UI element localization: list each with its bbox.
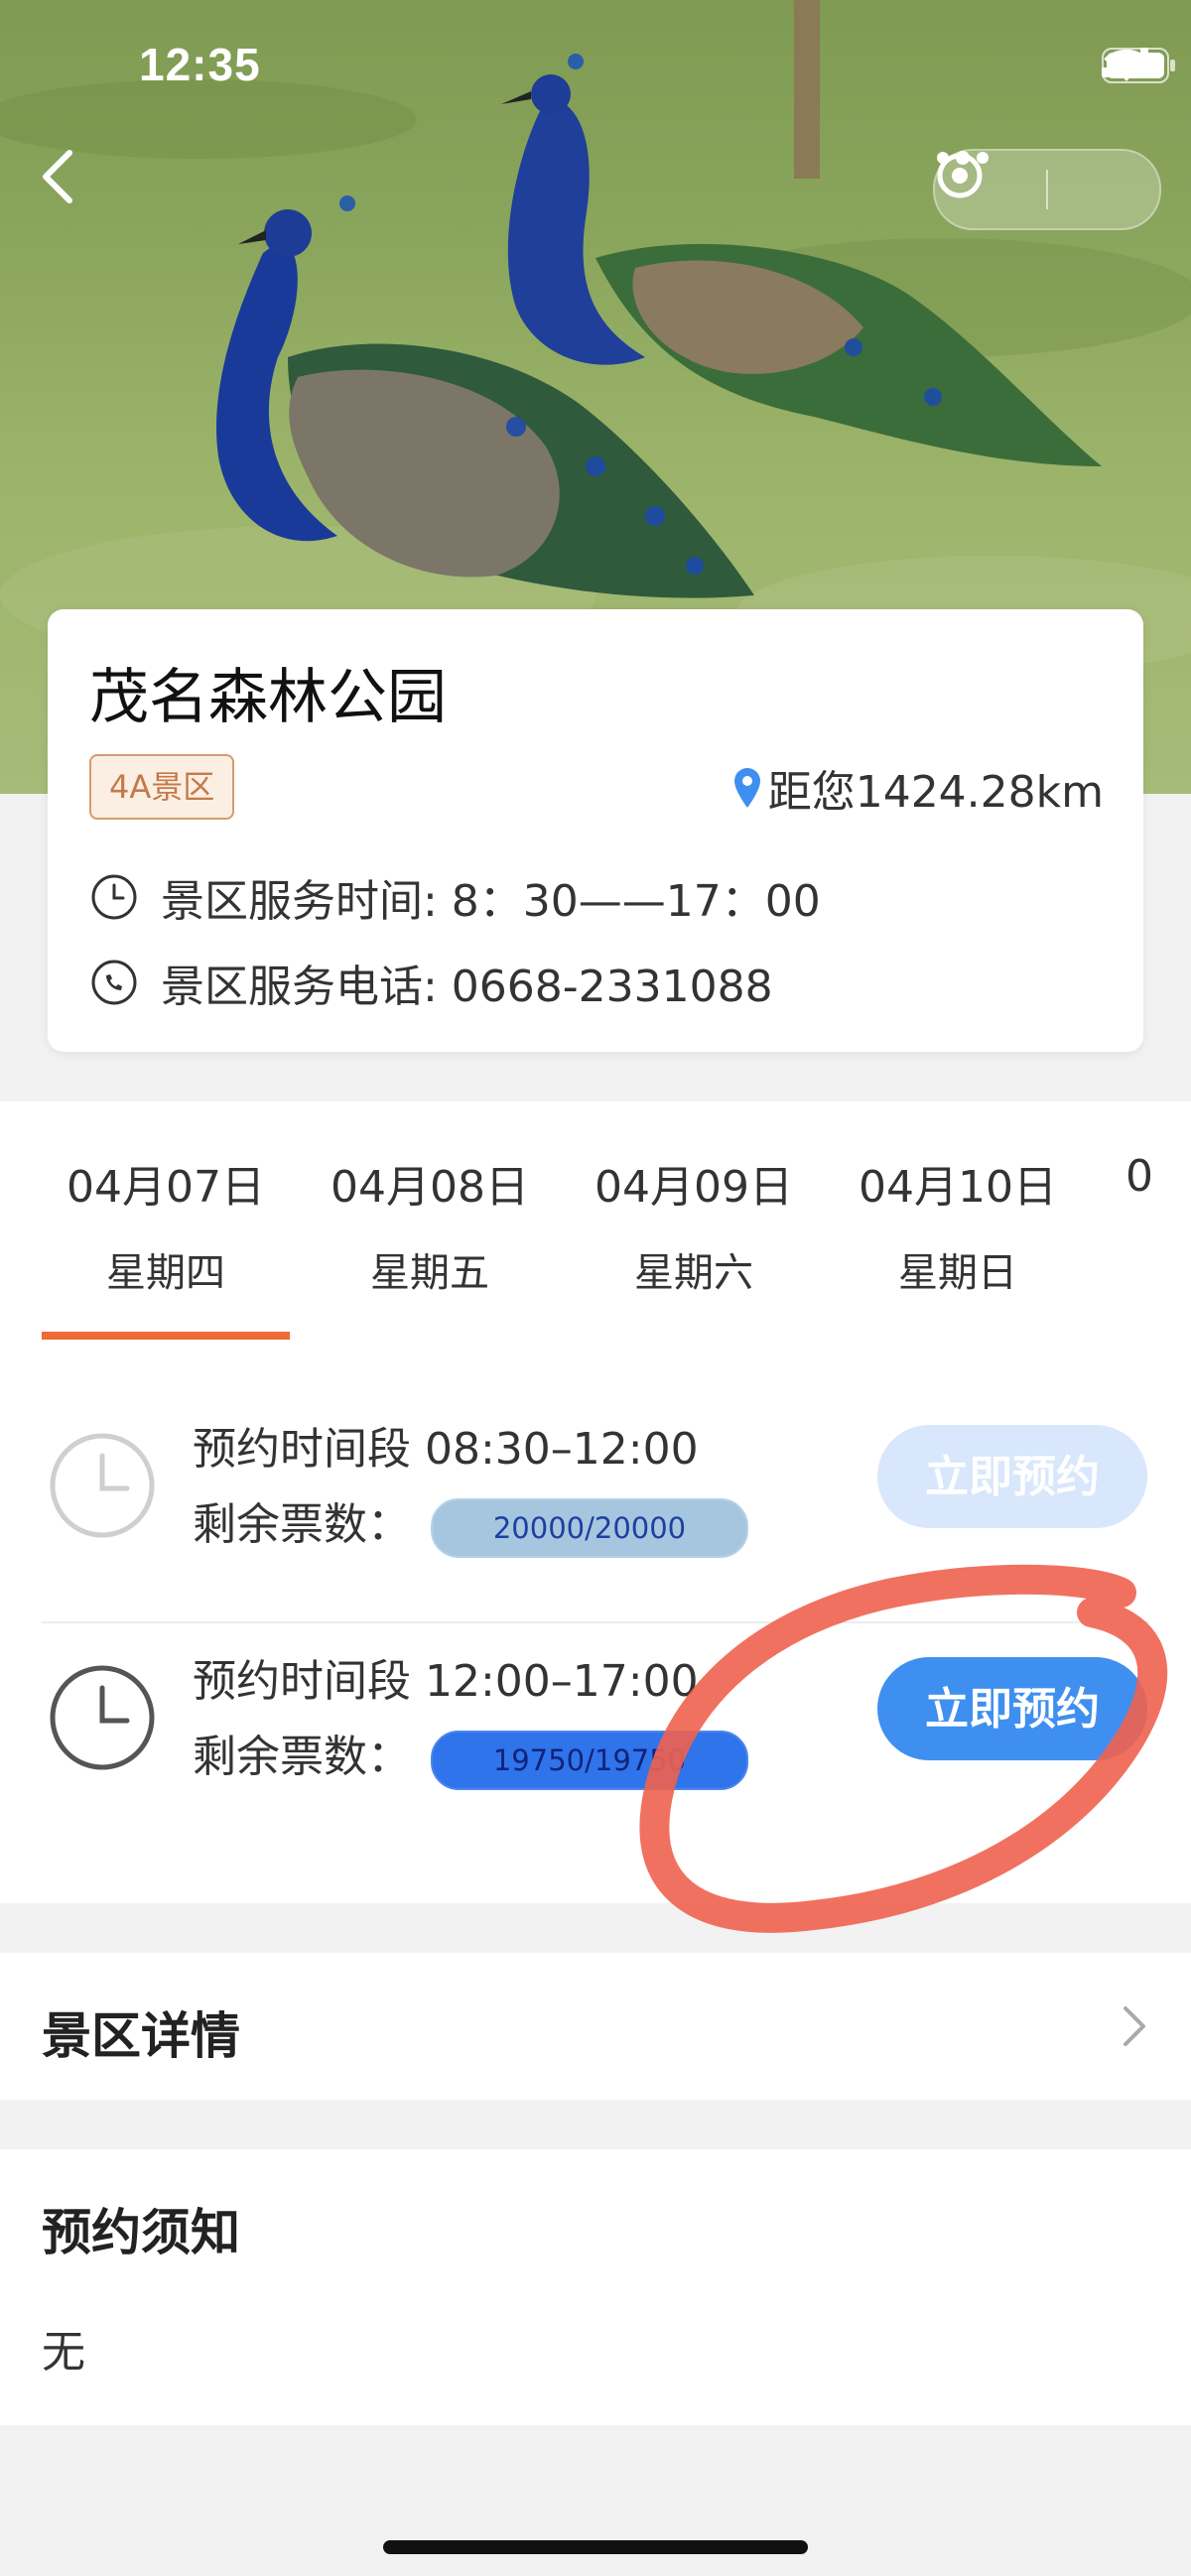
date-tab-0410[interactable]: 04月10日 星期日 <box>826 1151 1090 1298</box>
booking-notice-title: 预约须知 <box>42 2204 240 2261</box>
close-mini-program-button[interactable] <box>937 151 1159 228</box>
service-phone: 景区服务电话: 0668-2331088 <box>161 962 773 1012</box>
phone-icon <box>91 960 137 1005</box>
slot-remaining-label: 剩余票数： <box>193 1499 411 1550</box>
level-badge: 4A景区 <box>89 754 235 820</box>
active-tab-indicator <box>42 1332 290 1340</box>
back-button[interactable] <box>40 149 95 218</box>
date-tab-next[interactable]: 0 <box>1090 1151 1153 1227</box>
service-time: 景区服务时间: 8：30——17：00 <box>161 876 821 927</box>
slot-time-range: 预约时间段 08:30–12:00 <box>193 1424 699 1475</box>
date-tab-date: 0 <box>1125 1151 1153 1202</box>
slot-time-range: 预约时间段 12:00–17:00 <box>193 1656 699 1707</box>
status-time: 12:35 <box>139 39 261 90</box>
date-tab-weekday: 星期日 <box>898 1250 1017 1296</box>
distance-text: 距您1424.28km <box>767 767 1104 818</box>
time-slot-morning: 预约时间段 08:30–12:00 剩余票数： 20000/20000 立即预约 <box>0 1389 1191 1621</box>
book-now-button[interactable]: 立即预约 <box>877 1657 1147 1760</box>
park-name: 茂名森林公园 <box>89 663 447 732</box>
slot-remaining-badge: 20000/20000 <box>431 1498 748 1558</box>
slot-remaining-label: 剩余票数： <box>193 1732 411 1782</box>
mini-program-capsule <box>933 149 1161 230</box>
battery-icon <box>1102 48 1175 83</box>
date-tab-date: 04月10日 <box>859 1162 1057 1213</box>
clock-icon <box>91 874 137 920</box>
location-pin-icon <box>733 768 760 808</box>
clock-icon <box>50 1665 155 1770</box>
book-now-button-disabled[interactable]: 立即预约 <box>877 1425 1147 1528</box>
service-phone-row[interactable]: 景区服务电话: 0668-2331088 <box>89 951 773 1014</box>
distance: 距您1424.28km <box>732 756 1104 820</box>
chevron-right-icon <box>1124 2006 1145 2046</box>
time-slot-afternoon: 预约时间段 12:00–17:00 剩余票数： 19750/19750 立即预约 <box>0 1621 1191 1854</box>
date-tab-date: 04月08日 <box>331 1162 529 1213</box>
date-tab-0407[interactable]: 04月07日 星期四 <box>34 1151 298 1298</box>
slot-remaining-badge: 19750/19750 <box>431 1731 748 1790</box>
date-tab-date: 04月07日 <box>66 1162 265 1213</box>
park-info-card: 茂名森林公园 4A景区 距您1424.28km 景区服务时间: 8：30——17… <box>48 609 1143 1052</box>
date-tab-weekday: 星期五 <box>370 1250 489 1296</box>
scenic-detail-title: 景区详情 <box>42 2007 240 2065</box>
date-tabs: 04月07日 星期四 04月08日 星期五 04月09日 星期六 04月10日 … <box>0 1101 1191 1340</box>
date-tab-date: 04月09日 <box>595 1162 793 1213</box>
date-tab-0409[interactable]: 04月09日 星期六 <box>562 1151 826 1298</box>
chevron-left-icon <box>43 150 72 203</box>
scenic-detail-row[interactable]: 景区详情 <box>0 1953 1191 2100</box>
booking-notice-body: 无 <box>42 2327 85 2378</box>
date-tab-0408[interactable]: 04月08日 星期五 <box>298 1151 562 1298</box>
date-tab-weekday: 星期六 <box>634 1250 753 1296</box>
home-indicator <box>383 2540 808 2554</box>
target-circle-icon <box>937 153 983 198</box>
status-bar: 12:35 <box>0 0 1191 139</box>
booking-panel: 04月07日 星期四 04月08日 星期五 04月09日 星期六 04月10日 … <box>0 1101 1191 1903</box>
clock-icon <box>50 1433 155 1538</box>
date-tab-weekday: 星期四 <box>106 1250 225 1296</box>
booking-notice-section: 预约须知 无 <box>0 2149 1191 2425</box>
service-time-row: 景区服务时间: 8：30——17：00 <box>89 865 821 929</box>
